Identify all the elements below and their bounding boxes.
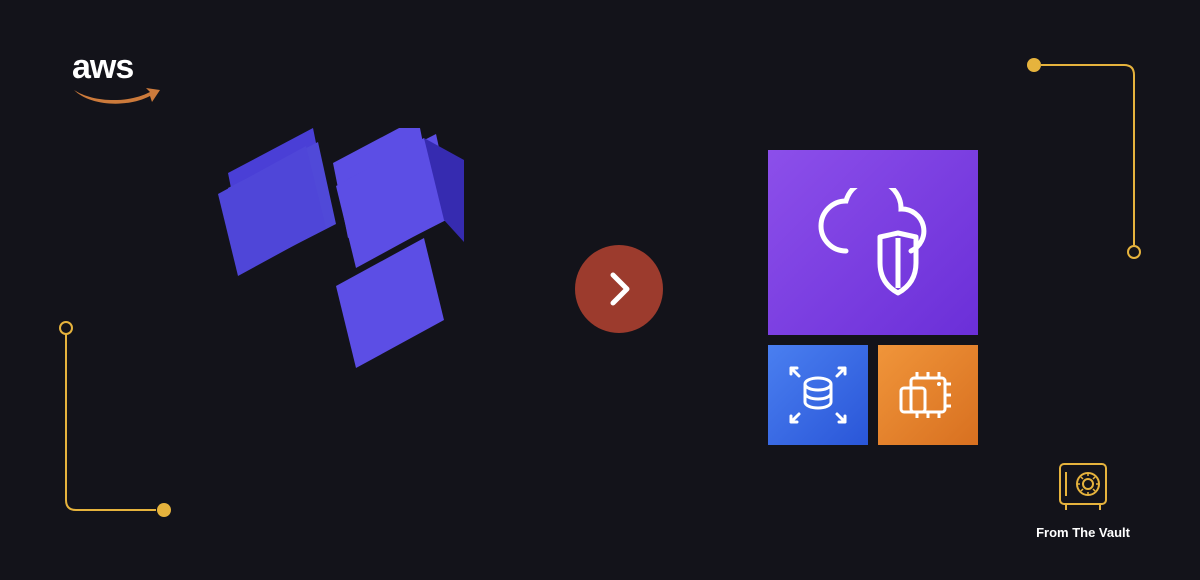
compute-chip-tile (878, 345, 978, 445)
database-scale-tile (768, 345, 868, 445)
database-scale-icon (783, 360, 853, 430)
aws-wordmark: aws (72, 50, 162, 84)
aws-service-tiles (768, 150, 978, 445)
vault-label-text: From The Vault (1036, 525, 1130, 540)
aws-logo: aws (72, 50, 162, 111)
terraform-logo-icon (218, 128, 478, 418)
from-the-vault-badge: From The Vault (1036, 460, 1130, 540)
cloud-shield-icon (806, 188, 941, 298)
arrow-right-icon (575, 245, 663, 333)
vault-safe-icon (1054, 460, 1112, 512)
aws-swoosh-icon (72, 86, 162, 106)
circuit-decor-bottom-left-icon (56, 320, 176, 520)
cloud-security-tile (768, 150, 978, 335)
circuit-decor-top-right-icon (1014, 55, 1144, 260)
chip-icon (893, 360, 963, 430)
